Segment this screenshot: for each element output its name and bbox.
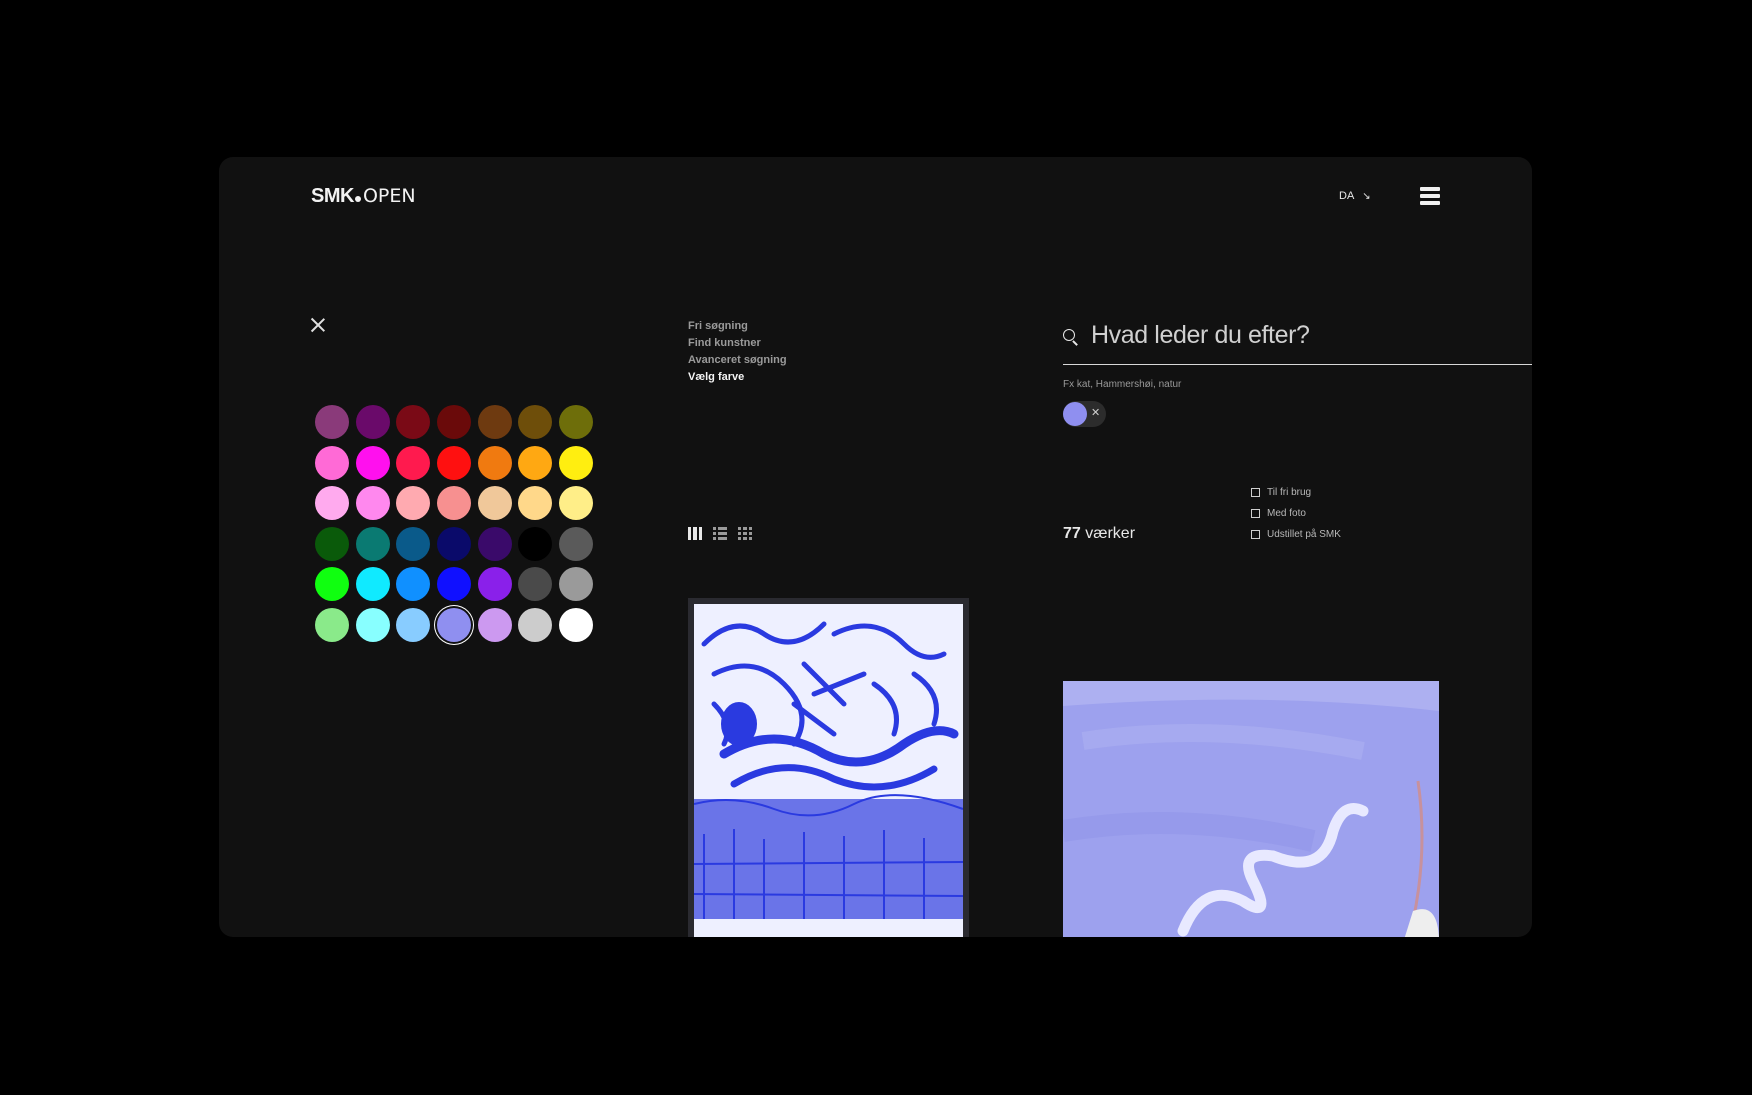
nav-avanceret-sogning[interactable]: Avanceret søgning: [688, 353, 787, 367]
search-bar: [1063, 321, 1532, 365]
grid-view-icon[interactable]: [738, 527, 752, 540]
color-swatch[interactable]: [559, 607, 594, 642]
color-swatch[interactable]: [396, 445, 431, 480]
color-swatch[interactable]: [396, 607, 431, 642]
color-swatch[interactable]: [315, 486, 349, 520]
result-count-number: 77: [1063, 525, 1081, 542]
color-swatch[interactable]: [477, 567, 512, 601]
color-swatch[interactable]: [396, 526, 431, 561]
color-swatch[interactable]: [559, 405, 594, 439]
arrow-down-right-icon: ↘: [1362, 190, 1371, 202]
color-swatch[interactable]: [437, 526, 472, 561]
app-window: SMK OPEN DA ↘ Fri søgning Find kunstner A…: [219, 157, 1532, 937]
view-toggle: [688, 527, 752, 540]
result-count-label: værker: [1085, 525, 1136, 542]
color-swatch[interactable]: [355, 405, 390, 439]
color-swatch[interactable]: [518, 526, 553, 561]
color-swatch[interactable]: [477, 486, 512, 520]
color-swatch[interactable]: [355, 486, 390, 520]
color-swatch[interactable]: [355, 607, 390, 642]
color-swatch[interactable]: [315, 445, 349, 480]
result-filters: Til fri brug Med foto Udstillet på SMK: [1251, 485, 1341, 541]
checkbox[interactable]: [1251, 508, 1260, 518]
color-swatch[interactable]: [355, 526, 390, 561]
close-icon[interactable]: [311, 318, 325, 332]
logo-open: OPEN: [362, 185, 416, 207]
filter-udstillet-paa-smk[interactable]: Udstillet på SMK: [1251, 527, 1341, 541]
logo-smk: SMK: [311, 185, 354, 207]
artwork-image-lavender-painting[interactable]: [1063, 681, 1439, 937]
color-swatch[interactable]: [437, 486, 472, 520]
color-swatch[interactable]: [396, 567, 431, 601]
logo-dot: [354, 196, 361, 202]
language-switcher[interactable]: DA ↘: [1339, 190, 1371, 202]
menu-bar: [1420, 194, 1440, 198]
color-swatch[interactable]: [315, 526, 349, 561]
color-swatch[interactable]: [477, 405, 512, 439]
list-view-icon[interactable]: [713, 527, 727, 540]
smk-open-logo[interactable]: SMK OPEN: [311, 185, 416, 208]
nav-fri-sogning[interactable]: Fri søgning: [688, 319, 787, 333]
color-swatch[interactable]: [437, 445, 472, 480]
color-swatch[interactable]: [559, 486, 594, 520]
search-icon: [1063, 329, 1079, 346]
checkbox[interactable]: [1251, 487, 1260, 497]
color-swatch[interactable]: [477, 445, 512, 480]
selected-color-chip[interactable]: ✕: [1063, 401, 1106, 427]
color-swatch[interactable]: [518, 607, 553, 642]
color-swatch[interactable]: [355, 567, 390, 601]
selected-color-dot: [1063, 402, 1087, 426]
color-swatch[interactable]: [355, 445, 390, 480]
color-swatch[interactable]: [518, 405, 553, 439]
color-swatch[interactable]: [315, 607, 349, 642]
menu-bar: [1420, 201, 1440, 205]
menu-bar: [1420, 187, 1440, 191]
language-label: DA: [1339, 190, 1355, 202]
color-swatch[interactable]: [559, 445, 594, 480]
color-swatch[interactable]: [315, 405, 349, 439]
hamburger-menu-icon[interactable]: [1420, 187, 1440, 205]
color-palette: [315, 405, 594, 642]
color-swatch[interactable]: [518, 486, 553, 520]
color-swatch[interactable]: [396, 405, 431, 439]
color-swatch[interactable]: [315, 567, 349, 601]
color-swatch[interactable]: [477, 526, 512, 561]
artwork-card[interactable]: [688, 598, 969, 937]
checkbox[interactable]: [1251, 529, 1260, 539]
color-swatch[interactable]: [559, 526, 594, 561]
color-swatch[interactable]: [518, 445, 553, 480]
nav-vaelg-farve[interactable]: Vælg farve: [688, 370, 787, 384]
search-mode-nav: Fri søgning Find kunstner Avanceret søgn…: [688, 319, 787, 384]
filter-med-foto[interactable]: Med foto: [1251, 506, 1341, 520]
color-swatch[interactable]: [437, 607, 472, 642]
artwork-image-blue-drawing: [694, 604, 963, 937]
search-input[interactable]: [1091, 321, 1511, 350]
search-hint: Fx kat, Hammershøi, natur: [1063, 379, 1182, 390]
color-swatch[interactable]: [518, 567, 553, 601]
filter-til-fri-brug[interactable]: Til fri brug: [1251, 485, 1341, 499]
remove-color-icon[interactable]: ✕: [1091, 406, 1100, 419]
color-swatch[interactable]: [437, 567, 472, 601]
nav-find-kunstner[interactable]: Find kunstner: [688, 336, 787, 350]
color-swatch[interactable]: [477, 607, 512, 642]
color-swatch[interactable]: [437, 405, 472, 439]
result-count: 77 værker: [1063, 525, 1135, 543]
color-swatch[interactable]: [559, 567, 594, 601]
columns-view-icon[interactable]: [688, 527, 702, 540]
color-swatch[interactable]: [396, 486, 431, 520]
